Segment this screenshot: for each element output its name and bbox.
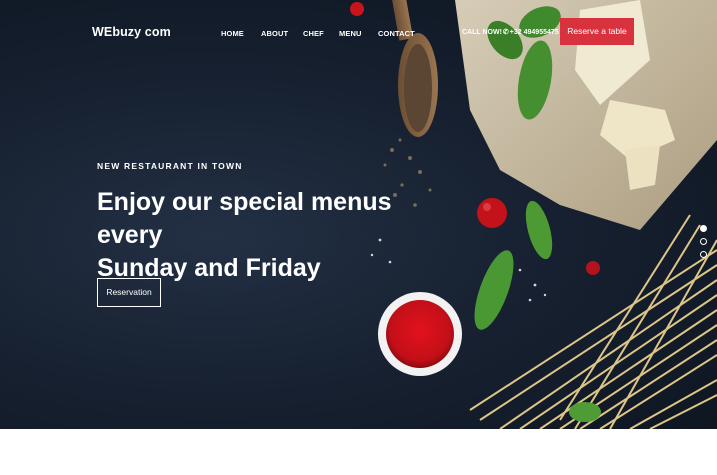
- slider-dot-1[interactable]: [700, 225, 707, 232]
- nav-menu-link[interactable]: MENU: [339, 29, 361, 38]
- phone-icon: ✆: [502, 29, 509, 36]
- phone-number[interactable]: +32 494955475: [510, 29, 559, 36]
- call-now-info: CALL NOW!✆+32 494955475: [462, 28, 559, 36]
- nav-about-link[interactable]: ABOUT: [261, 29, 288, 38]
- slider-pagination: [700, 225, 708, 264]
- slider-dot-2[interactable]: [700, 238, 707, 245]
- hero-headline: Enjoy our special menus every Sunday and…: [97, 186, 437, 285]
- reserve-table-button[interactable]: Reserve a table: [560, 18, 634, 45]
- site-logo[interactable]: WEbuzy com: [92, 25, 171, 39]
- slider-dot-3[interactable]: [700, 251, 707, 258]
- nav-home-link[interactable]: HOME: [221, 29, 244, 38]
- reservation-button[interactable]: Reservation: [97, 278, 161, 307]
- nav-chef-link[interactable]: CHEF: [303, 29, 324, 38]
- call-label: CALL NOW!: [462, 29, 502, 36]
- hero-eyebrow: NEW RESTAURANT IN TOWN: [97, 161, 243, 171]
- hero-section: WEbuzy com HOME ABOUT CHEF MENU CONTACT …: [0, 0, 717, 429]
- top-navbar: WEbuzy com HOME ABOUT CHEF MENU CONTACT …: [0, 0, 717, 66]
- hero-headline-line-1: Enjoy our special menus every: [97, 188, 392, 249]
- nav-contact-link[interactable]: CONTACT: [378, 29, 415, 38]
